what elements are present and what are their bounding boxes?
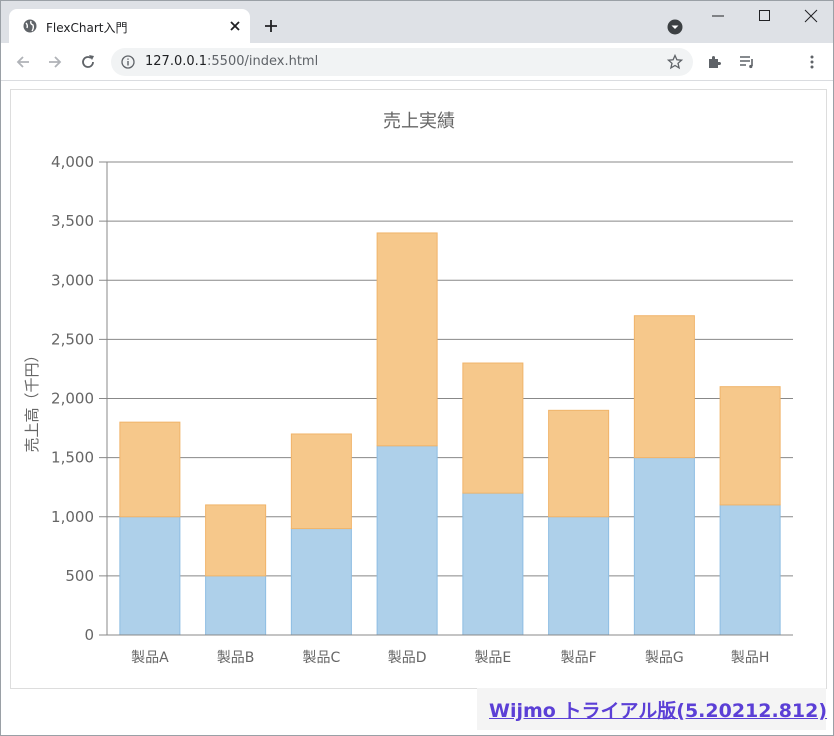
x-tick-label: 製品F: [561, 650, 597, 666]
y-tick-label: 500: [65, 567, 94, 585]
info-icon[interactable]: [121, 55, 135, 69]
reload-icon[interactable]: [78, 52, 98, 72]
y-tick-label: 3,000: [51, 271, 94, 289]
back-arrow-icon[interactable]: [13, 52, 33, 72]
bar-series1[interactable]: [205, 575, 267, 636]
bar-series1[interactable]: [719, 504, 781, 636]
tab-flexchart[interactable]: FlexChart入門: [9, 9, 250, 43]
y-tick-label: 1,500: [51, 449, 94, 467]
extensions-puzzle-icon[interactable]: [706, 53, 724, 71]
x-tick-label: 製品B: [217, 650, 255, 666]
bar-series1[interactable]: [290, 528, 352, 636]
new-tab-icon[interactable]: [263, 18, 279, 34]
browser-toolbar: 127.0.0.1:5500/index.html: [1, 43, 833, 81]
y-axis-label: 売上高（千円）: [23, 347, 41, 452]
y-tick-label: 2,500: [51, 330, 94, 348]
minimize-icon[interactable]: [711, 9, 725, 23]
tab-title: FlexChart入門: [46, 21, 128, 35]
bar-series2[interactable]: [205, 504, 267, 577]
globe-icon: [23, 19, 37, 33]
browser-window: FlexChart入門 127.0.0.1:5500/index.html 売上…: [0, 0, 834, 736]
bars: [119, 232, 781, 636]
page-content: 売上実績 売上高（千円） 0 500 1,000 1,500 2,000 2,500 3,0…: [1, 82, 833, 735]
url-path: :5500/index.html: [207, 54, 319, 69]
bar-series1[interactable]: [376, 445, 438, 636]
chart-title: 売上実績: [383, 111, 455, 132]
bar-series2[interactable]: [633, 315, 695, 459]
url-host: 127.0.0.1: [145, 54, 208, 69]
window-close-icon[interactable]: [804, 9, 818, 23]
star-icon[interactable]: [667, 54, 683, 70]
address-bar[interactable]: 127.0.0.1:5500/index.html: [111, 48, 693, 76]
bar-series1[interactable]: [119, 516, 181, 636]
url-text[interactable]: 127.0.0.1:5500/index.html: [145, 54, 318, 69]
media-queue-icon[interactable]: [738, 53, 756, 71]
x-tick-label: 製品A: [131, 650, 169, 666]
x-tick-label: 製品H: [731, 650, 770, 666]
x-tick-label: 製品D: [388, 650, 427, 666]
bar-series1[interactable]: [548, 516, 610, 636]
bar-series2[interactable]: [119, 421, 181, 518]
x-tick-label: 製品E: [474, 650, 511, 666]
x-tick-label: 製品C: [302, 650, 340, 666]
tab-strip: FlexChart入門: [1, 1, 833, 43]
bar-series2[interactable]: [462, 362, 524, 494]
tab-search-icon[interactable]: [667, 19, 683, 35]
bar-series2[interactable]: [290, 433, 352, 530]
bar-series2[interactable]: [548, 409, 610, 518]
y-tick-label: 4,000: [51, 153, 94, 171]
wijmo-trial-link[interactable]: Wijmo トライアル版(5.20212.812): [489, 696, 827, 723]
menu-dots-icon[interactable]: [803, 53, 821, 71]
bar-series1[interactable]: [633, 457, 695, 636]
y-tick-label: 1,000: [51, 508, 94, 526]
maximize-icon[interactable]: [758, 9, 772, 23]
bar-chart: 売上実績 売上高（千円） 0 500 1,000 1,500 2,000 2,500 3,0…: [23, 111, 793, 666]
y-tick-label: 0: [84, 626, 94, 644]
forward-arrow-icon[interactable]: [45, 52, 65, 72]
x-tick-label: 製品G: [645, 650, 684, 666]
y-tick-label: 2,000: [51, 390, 94, 408]
wijmo-trial-banner: Wijmo トライアル版(5.20212.812): [477, 688, 827, 730]
bar-series2[interactable]: [719, 386, 781, 506]
close-icon[interactable]: [227, 18, 243, 34]
flexchart-host: 売上実績 売上高（千円） 0 500 1,000 1,500 2,000 2,500 3,0…: [10, 89, 827, 689]
y-tick-label: 3,500: [51, 212, 94, 230]
bar-series1[interactable]: [462, 492, 524, 636]
bar-series2[interactable]: [376, 232, 438, 447]
